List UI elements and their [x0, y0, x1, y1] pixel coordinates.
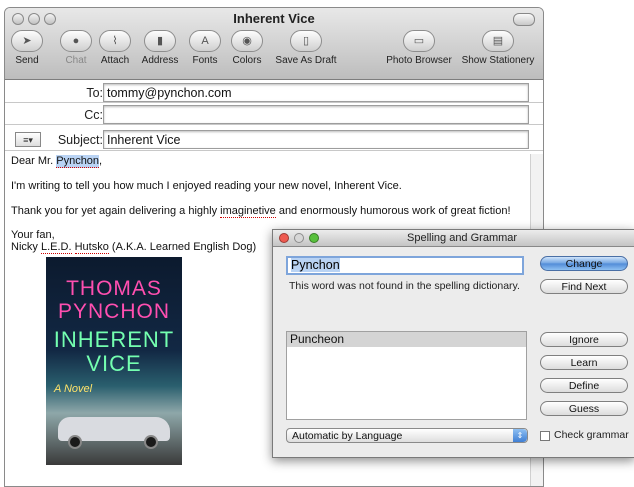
divider — [5, 124, 543, 125]
chat-icon: ● — [60, 30, 92, 52]
show-stationery-label: Show Stationery — [461, 55, 535, 66]
divider — [5, 150, 543, 151]
attach-button[interactable]: ⌇ Attach — [97, 30, 133, 66]
misspelled-word[interactable]: Hutsko — [74, 241, 109, 254]
cover-car-wheel — [144, 435, 158, 449]
to-field[interactable]: tommy@pynchon.com — [103, 83, 529, 102]
signature-text: (A.K.A. Learned English Dog) — [108, 241, 257, 253]
attach-label: Attach — [100, 55, 130, 66]
spelling-message: This word was not found in the spelling … — [289, 280, 520, 292]
spelling-grammar-panel: Spelling and Grammar Pynchon This word w… — [272, 229, 634, 458]
body-text: Thank you for yet again delivering a hig… — [11, 205, 221, 217]
signature-line: Nicky L.E.D. Hutsko (A.K.A. Learned Engl… — [11, 241, 257, 254]
subject-field[interactable]: Inherent Vice — [103, 130, 529, 149]
misspelled-word[interactable]: Pynchon — [56, 155, 100, 168]
signature-text: Nicky — [11, 241, 41, 253]
photo-browser-label: Photo Browser — [386, 55, 452, 66]
cover-author-last: PYNCHON — [57, 300, 170, 323]
header-options-button[interactable]: ≡▾ — [15, 132, 41, 147]
to-label: To: — [86, 86, 103, 100]
language-value: Automatic by Language — [292, 430, 403, 442]
colors-button[interactable]: ◉ Colors — [229, 30, 265, 66]
book-cover-image[interactable]: THOMAS PYNCHON INHERENT VICE A Novel — [46, 257, 182, 465]
send-label: Send — [15, 55, 39, 66]
show-stationery-button[interactable]: ▤ Show Stationery — [459, 30, 537, 66]
cover-title-1: INHERENT — [53, 327, 175, 352]
language-select[interactable]: Automatic by Language ⇕ — [286, 428, 528, 443]
chevron-updown-icon: ⇕ — [513, 429, 527, 442]
fonts-label: Fonts — [192, 55, 218, 66]
change-button[interactable]: Change — [540, 256, 628, 271]
panel-titlebar[interactable]: Spelling and Grammar — [273, 230, 634, 247]
learn-button[interactable]: Learn — [540, 355, 628, 370]
divider — [5, 102, 543, 103]
colors-label: Colors — [232, 55, 262, 66]
check-grammar-label[interactable]: Check grammar — [554, 429, 629, 441]
greeting-punct: , — [99, 155, 103, 167]
spelling-word-field[interactable]: Pynchon — [286, 256, 524, 275]
panel-minimize-button[interactable] — [294, 233, 304, 243]
define-button[interactable]: Define — [540, 378, 628, 393]
color-wheel-icon: ◉ — [231, 30, 263, 52]
body-line-1: I'm writing to tell you how much I enjoy… — [11, 180, 402, 192]
ignore-button[interactable]: Ignore — [540, 332, 628, 347]
address-book-icon: ▮ — [144, 30, 176, 52]
cover-car-wheel — [68, 435, 82, 449]
save-as-draft-button[interactable]: ▯ Save As Draft — [273, 30, 339, 66]
save-as-draft-label: Save As Draft — [275, 55, 337, 66]
chat-label: Chat — [65, 55, 87, 66]
cc-label: Cc: — [84, 108, 103, 122]
misspelled-word[interactable]: imaginetive — [220, 205, 276, 218]
window-title: Inherent Vice — [233, 11, 315, 26]
body-line-2: Thank you for yet again delivering a hig… — [11, 205, 511, 218]
draft-icon: ▯ — [290, 30, 322, 52]
greeting-line: Dear Mr. Pynchon, — [11, 155, 103, 168]
window-toolbar: Inherent Vice ➤ Send ● Chat ⌇ Attach ▮ A… — [5, 8, 543, 80]
cover-tagline: A Novel — [54, 383, 93, 395]
photo-browser-button[interactable]: ▭ Photo Browser — [385, 30, 453, 66]
suggestion-item[interactable]: Puncheon — [287, 332, 526, 347]
cc-field[interactable] — [103, 105, 529, 124]
spelling-word: Pynchon — [291, 258, 340, 272]
chat-button[interactable]: ● Chat — [60, 30, 92, 66]
cover-author-first: THOMAS — [66, 277, 162, 300]
cover-title-2: VICE — [86, 351, 142, 376]
check-grammar-checkbox[interactable] — [540, 431, 550, 441]
stationery-icon: ▤ — [482, 30, 514, 52]
send-icon: ➤ — [11, 30, 43, 52]
subject-label: Subject: — [57, 133, 103, 147]
greeting-text: Dear Mr. — [11, 155, 57, 167]
body-text: and enormously humorous work of great fi… — [275, 205, 511, 217]
fonts-icon: A — [189, 30, 221, 52]
photo-icon: ▭ — [403, 30, 435, 52]
fonts-button[interactable]: A Fonts — [188, 30, 222, 66]
find-next-button[interactable]: Find Next — [540, 279, 628, 294]
suggestions-list[interactable]: Puncheon — [286, 331, 527, 420]
closing-line: Your fan, — [11, 229, 55, 241]
panel-close-button[interactable] — [279, 233, 289, 243]
paperclip-icon: ⌇ — [99, 30, 131, 52]
address-label: Address — [141, 55, 179, 66]
address-button[interactable]: ▮ Address — [138, 30, 182, 66]
misspelled-word[interactable]: L.E.D. — [40, 241, 72, 254]
panel-title: Spelling and Grammar — [407, 232, 518, 244]
toolbar-toggle-button[interactable] — [513, 13, 535, 26]
panel-zoom-button[interactable] — [309, 233, 319, 243]
send-button[interactable]: ➤ Send — [7, 30, 47, 66]
guess-button[interactable]: Guess — [540, 401, 628, 416]
